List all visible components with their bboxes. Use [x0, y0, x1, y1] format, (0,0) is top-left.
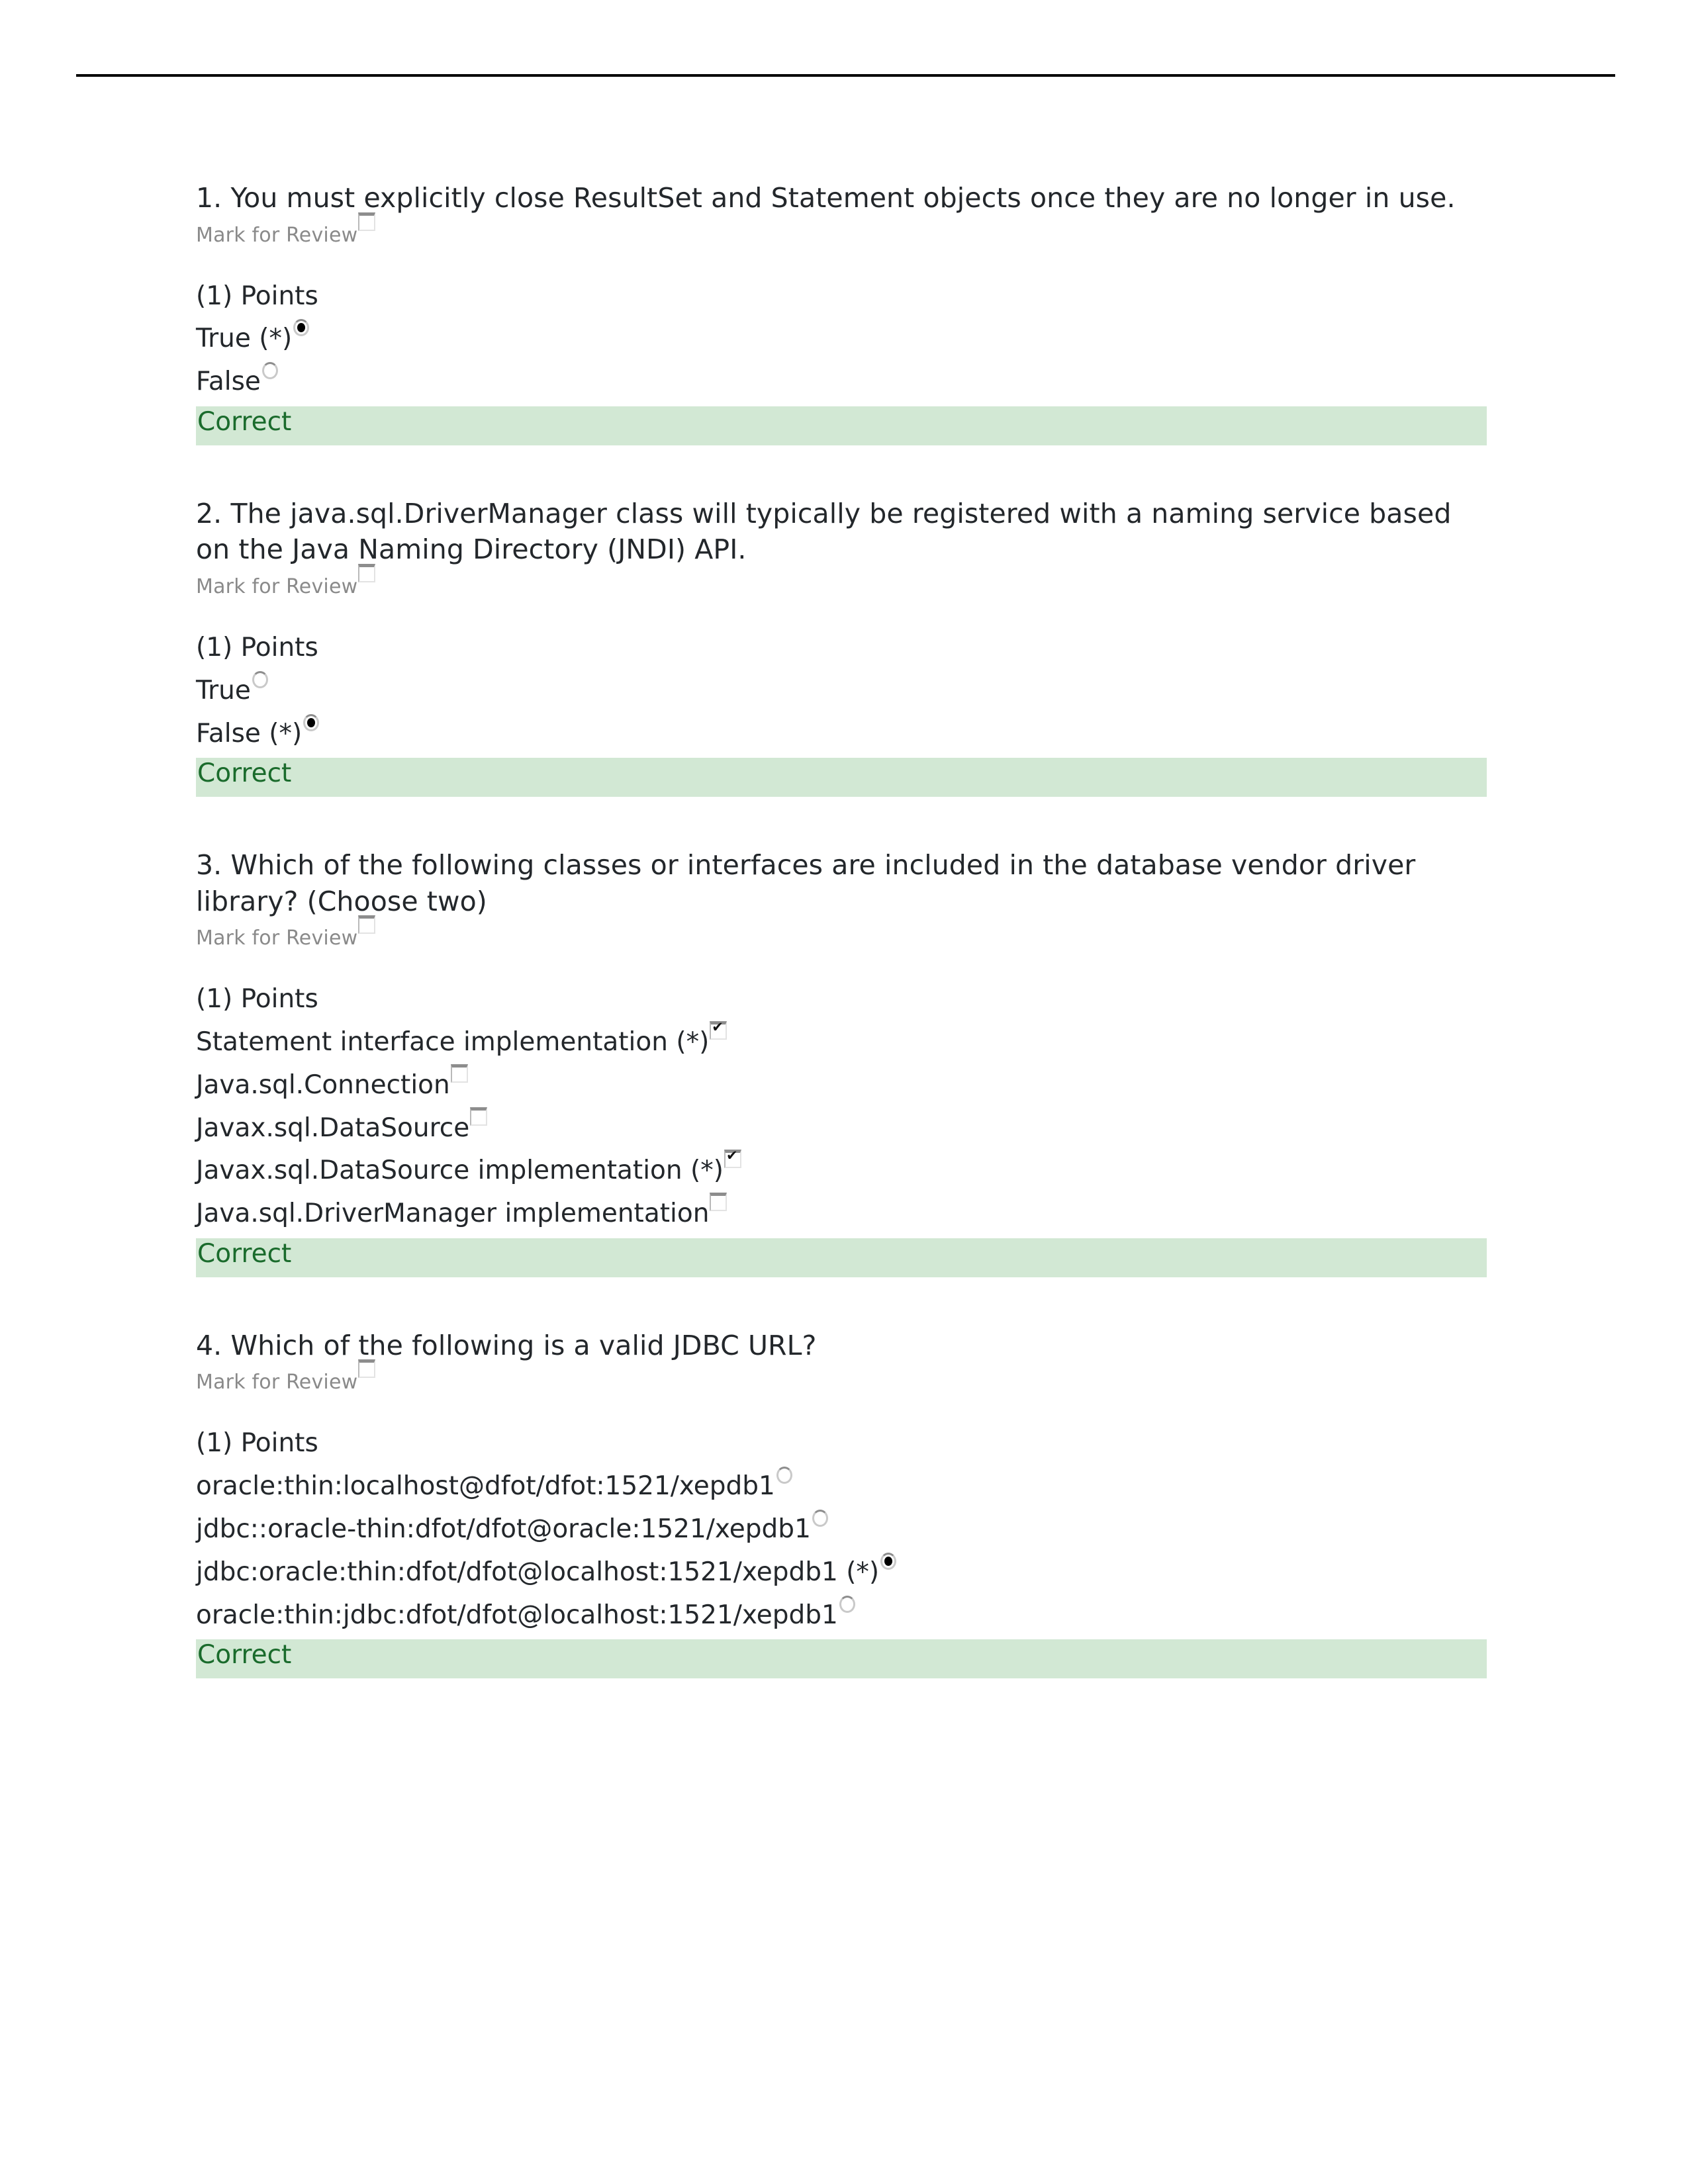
question-text-4: 4. Which of the following is a valid JDB…	[196, 1329, 817, 1361]
checkbox-icon[interactable]	[710, 1021, 727, 1040]
mark-for-review-checkbox-icon[interactable]	[358, 212, 376, 231]
option-row[interactable]: jdbc:oracle:thin:dfot/dfot@localhost:152…	[196, 1546, 1500, 1589]
radio-button-icon[interactable]	[252, 670, 268, 688]
status-badge-correct: Correct	[196, 758, 1487, 797]
option-label: jdbc::oracle-thin:dfot/dfot@oracle:1521/…	[196, 1514, 811, 1545]
checkbox-icon[interactable]	[710, 1193, 727, 1212]
points-label-4: (1) Points	[196, 1428, 318, 1459]
mark-for-review-checkbox-icon[interactable]	[358, 915, 376, 934]
option-row[interactable]: oracle:thin:localhost@dfot/dfot:1521/xep…	[196, 1460, 1500, 1503]
checkbox-icon[interactable]	[470, 1107, 488, 1126]
option-label: Java.sql.DriverManager implementation	[196, 1199, 710, 1229]
checkbox-icon[interactable]	[450, 1064, 468, 1083]
option-row[interactable]: False (*)	[196, 707, 1500, 751]
header-divider	[76, 74, 1615, 77]
option-label: oracle:thin:jdbc:dfot/dfot@localhost:152…	[196, 1600, 838, 1630]
option-row[interactable]: True (*)	[196, 312, 1500, 355]
option-label: Statement interface implementation (*)	[196, 1027, 710, 1058]
option-row[interactable]: Java.sql.DriverManager implementation	[196, 1187, 1500, 1230]
question-block-4: 4. Which of the following is a valid JDB…	[196, 1328, 1500, 1679]
status-badge-correct: Correct	[196, 1639, 1487, 1679]
mark-for-review-row-4[interactable]: Mark for Review	[196, 1359, 1500, 1394]
option-label: Javax.sql.DataSource implementation (*)	[196, 1156, 724, 1186]
option-row[interactable]: Javax.sql.DataSource implementation (*)	[196, 1144, 1500, 1187]
radio-button-icon[interactable]	[839, 1595, 855, 1613]
option-label: True (*)	[196, 324, 293, 354]
points-label-3: (1) Points	[196, 984, 318, 1015]
mark-for-review-label: Mark for Review	[196, 574, 358, 598]
option-row[interactable]: Javax.sql.DataSource	[196, 1102, 1500, 1145]
status-badge-correct: Correct	[196, 1238, 1487, 1277]
radio-button-icon[interactable]	[880, 1552, 897, 1570]
option-row[interactable]: Java.sql.Connection	[196, 1059, 1500, 1102]
question-block-1: 1. You must explicitly close ResultSet a…	[196, 180, 1500, 445]
option-label: oracle:thin:localhost@dfot/dfot:1521/xep…	[196, 1471, 775, 1502]
question-text-1: 1. You must explicitly close ResultSet a…	[196, 182, 1456, 214]
checkbox-icon[interactable]	[724, 1149, 741, 1169]
radio-button-icon[interactable]	[812, 1510, 828, 1527]
mark-for-review-row-1[interactable]: Mark for Review	[196, 212, 1500, 247]
option-row[interactable]: True	[196, 664, 1500, 707]
radio-button-icon[interactable]	[303, 713, 320, 731]
mark-for-review-checkbox-icon[interactable]	[358, 1359, 376, 1379]
option-label: False	[196, 367, 261, 397]
option-row[interactable]: False	[196, 355, 1500, 398]
mark-for-review-checkbox-icon[interactable]	[358, 563, 376, 582]
mark-for-review-row-3[interactable]: Mark for Review	[196, 915, 1500, 950]
question-block-2: 2. The java.sql.DriverManager class will…	[196, 496, 1500, 797]
status-badge-correct: Correct	[196, 406, 1487, 445]
option-row[interactable]: oracle:thin:jdbc:dfot/dfot@localhost:152…	[196, 1589, 1500, 1632]
mark-for-review-label: Mark for Review	[196, 223, 358, 247]
questions-container: 1. You must explicitly close ResultSet a…	[196, 180, 1500, 1679]
mark-for-review-label: Mark for Review	[196, 927, 358, 950]
quiz-review-page: 1. You must explicitly close ResultSet a…	[0, 0, 1688, 2184]
question-text-3: 3. Which of the following classes or int…	[196, 849, 1416, 917]
option-row[interactable]: Statement interface implementation (*)	[196, 1016, 1500, 1059]
radio-button-icon[interactable]	[776, 1467, 792, 1484]
option-label: False (*)	[196, 718, 303, 749]
option-label: Java.sql.Connection	[196, 1069, 450, 1100]
option-label: jdbc:oracle:thin:dfot/dfot@localhost:152…	[196, 1557, 880, 1587]
question-text-2: 2. The java.sql.DriverManager class will…	[196, 497, 1452, 566]
option-label: True	[196, 675, 251, 705]
radio-button-icon[interactable]	[293, 319, 310, 337]
points-label-2: (1) Points	[196, 632, 318, 662]
option-label: Javax.sql.DataSource	[196, 1113, 470, 1143]
option-row[interactable]: jdbc::oracle-thin:dfot/dfot@oracle:1521/…	[196, 1503, 1500, 1546]
mark-for-review-row-2[interactable]: Mark for Review	[196, 563, 1500, 598]
question-block-3: 3. Which of the following classes or int…	[196, 847, 1500, 1277]
points-label-1: (1) Points	[196, 281, 318, 311]
mark-for-review-label: Mark for Review	[196, 1371, 358, 1394]
radio-button-icon[interactable]	[261, 362, 278, 380]
